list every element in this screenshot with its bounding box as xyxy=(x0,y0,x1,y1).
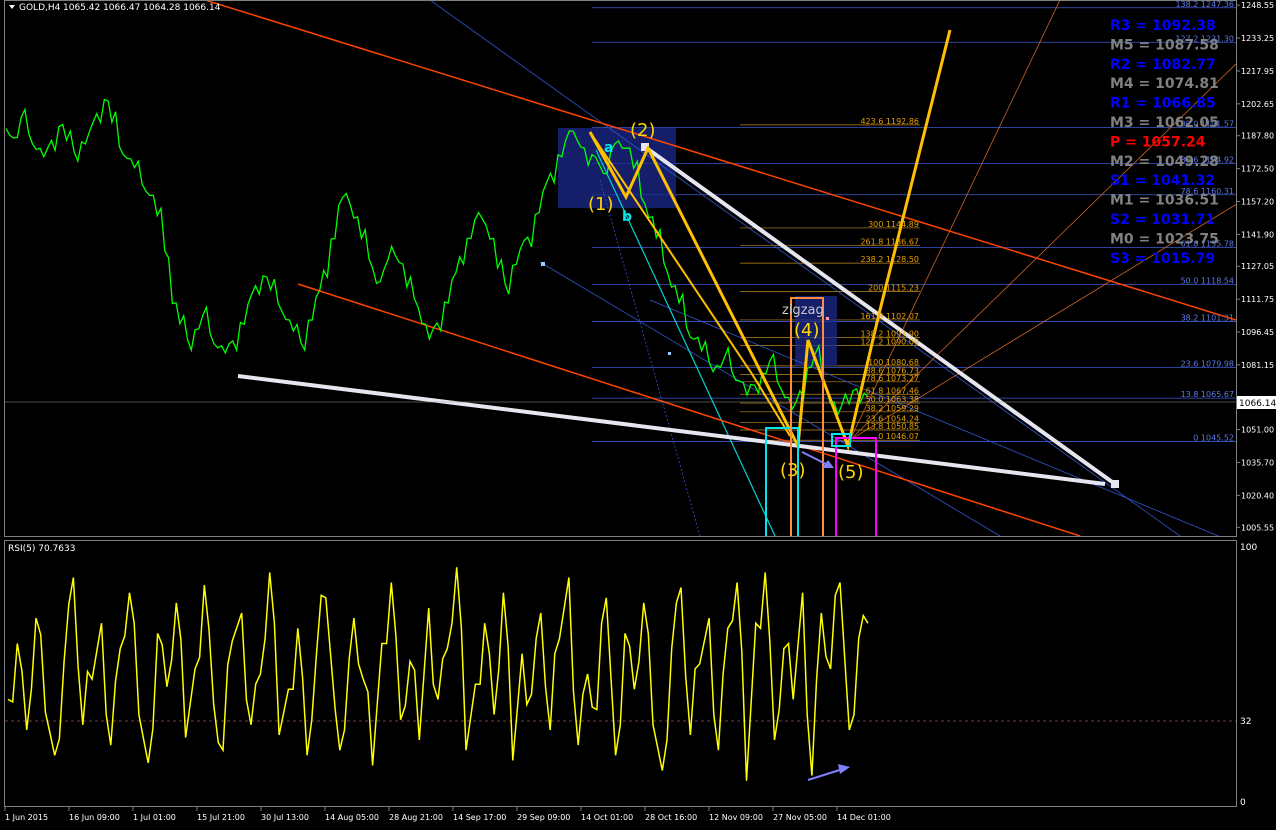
fib-orange-label: 127.2 1090.09 xyxy=(860,338,919,347)
marker-dot xyxy=(668,352,671,355)
y-tick-label: 1187.80 xyxy=(1241,132,1274,141)
fib-orange-label: 61.8 1067.46 xyxy=(866,386,919,395)
pivot-level-r3: R3 = 1092.38 xyxy=(1110,18,1216,34)
fib-orange-label: 238.2 1128.50 xyxy=(860,255,919,264)
x-tick-label: 14 Dec 01:00 xyxy=(837,813,891,822)
wave-label-b: b xyxy=(622,209,632,225)
x-tick-label: 1 Jul 01:00 xyxy=(133,813,176,822)
wave-label-1: (1) xyxy=(588,194,614,215)
pivot-level-m4: M4 = 1074.81 xyxy=(1110,76,1219,92)
fib-orange-label: 50.0 1063.38 xyxy=(866,395,919,404)
wave-label-3: (3) xyxy=(780,460,806,481)
x-tick-label: 28 Oct 16:00 xyxy=(645,813,697,822)
y-tick-label: 1111.75 xyxy=(1241,295,1274,304)
y-tick-label: 1005.55 xyxy=(1241,523,1274,532)
fib-blue-label: 50.0 1118.54 xyxy=(1181,277,1234,286)
y-tick-label: 1020.40 xyxy=(1241,491,1274,500)
pivot-level-m2: M2 = 1049.28 xyxy=(1110,154,1219,170)
x-tick-label: 15 Jul 21:00 xyxy=(197,813,245,822)
y-tick-label: 1202.65 xyxy=(1241,100,1274,109)
fib-blue-label: 38.2 1101.31 xyxy=(1181,314,1234,323)
wave-label-a: a xyxy=(604,140,613,156)
x-tick-label: 30 Jul 13:00 xyxy=(261,813,309,822)
pivot-level-m0: M0 = 1023.75 xyxy=(1110,231,1219,247)
x-tick-label: 16 Jun 09:00 xyxy=(69,813,120,822)
y-tick-label: 1081.15 xyxy=(1241,361,1274,370)
fib-orange-label: 423.6 1192.86 xyxy=(860,117,919,126)
fib-orange-label: 38.2 1059.29 xyxy=(866,404,919,413)
x-tick-label: 1 Jun 2015 xyxy=(5,813,48,822)
zigzag-label: zigzag xyxy=(782,303,824,318)
fib-orange-label: 200 1115.23 xyxy=(868,284,919,293)
pivot-level-s3: S3 = 1015.79 xyxy=(1110,251,1215,267)
y-tick-label: 1157.20 xyxy=(1241,197,1274,206)
symbol-title: GOLD,H4 xyxy=(19,3,61,13)
wave-label-4: (4) xyxy=(794,320,820,341)
y-tick-label: 1141.90 xyxy=(1241,230,1274,239)
fib-blue-label: 138.2 1247.36 xyxy=(1175,0,1234,9)
x-tick-label: 12 Nov 09:00 xyxy=(709,813,763,822)
rsi-title: RSI(5) 70.7633 xyxy=(8,544,75,554)
rsi-tick-32: 32 xyxy=(1240,717,1251,727)
current-price-label: 1066.14 xyxy=(1239,399,1276,409)
pivot-level-s2: S2 = 1031.71 xyxy=(1110,212,1215,228)
x-tick-label: 14 Sep 17:00 xyxy=(453,813,506,822)
fib-blue-label: 0 1045.52 xyxy=(1193,433,1234,442)
fib-orange-label: 161.8 1102.07 xyxy=(860,312,919,321)
marker-dot xyxy=(826,317,829,320)
y-tick-label: 1233.25 xyxy=(1241,34,1274,43)
x-tick-label: 28 Aug 21:00 xyxy=(389,813,443,822)
wave-label-5: (5) xyxy=(838,462,864,483)
pivot-level-m5: M5 = 1087.58 xyxy=(1110,37,1219,53)
pivot-level-m1: M1 = 1036.51 xyxy=(1110,193,1219,209)
y-tick-label: 1217.95 xyxy=(1241,67,1274,76)
y-tick-label: 1051.00 xyxy=(1241,426,1274,435)
wave-label-2: (2) xyxy=(630,120,656,141)
fib-orange-label: 13.8 1050.85 xyxy=(866,422,919,431)
x-tick-label: 27 Nov 05:00 xyxy=(773,813,827,822)
y-tick-label: 1248.55 xyxy=(1241,1,1274,10)
y-tick-label: 1096.45 xyxy=(1241,328,1274,337)
x-tick-label: 29 Sep 09:00 xyxy=(517,813,570,822)
chart-window: (2) (1) (3) (4) (5) a b zigzag 138.2 124… xyxy=(0,0,1276,830)
pivot-level-r2: R2 = 1082.77 xyxy=(1110,57,1216,73)
fib-blue-label: 23.6 1079.98 xyxy=(1181,359,1234,368)
x-tick-label: 14 Oct 01:00 xyxy=(581,813,633,822)
rsi-tick-100: 100 xyxy=(1240,543,1257,553)
pivot-level-p: P = 1057.24 xyxy=(1110,134,1206,150)
marker-dot xyxy=(541,262,545,266)
fib-orange-label: 78.6 1073.27 xyxy=(866,374,919,383)
fib-orange-label: 261.8 1136.67 xyxy=(860,238,919,247)
fib-orange-label: 0 1046.07 xyxy=(878,432,919,441)
ohlc-readout: 1065.42 1066.47 1064.28 1066.14 xyxy=(63,3,221,13)
fib-blue-label: 13.8 1065.67 xyxy=(1181,390,1234,399)
y-tick-label: 1035.70 xyxy=(1241,459,1274,468)
y-tick-label: 1172.50 xyxy=(1241,165,1274,174)
x-tick-label: 14 Aug 05:00 xyxy=(325,813,379,822)
fib-orange-label: 300 1144.89 xyxy=(868,220,919,229)
pivot-level-s1: S1 = 1041.32 xyxy=(1110,173,1215,189)
pivot-level-m3: M3 = 1062.05 xyxy=(1110,115,1219,131)
y-tick-label: 1127.05 xyxy=(1241,262,1274,271)
white-line-anchor-end[interactable] xyxy=(1111,480,1119,488)
pivot-level-r1: R1 = 1066.85 xyxy=(1110,96,1216,112)
rsi-tick-0: 0 xyxy=(1240,798,1246,808)
